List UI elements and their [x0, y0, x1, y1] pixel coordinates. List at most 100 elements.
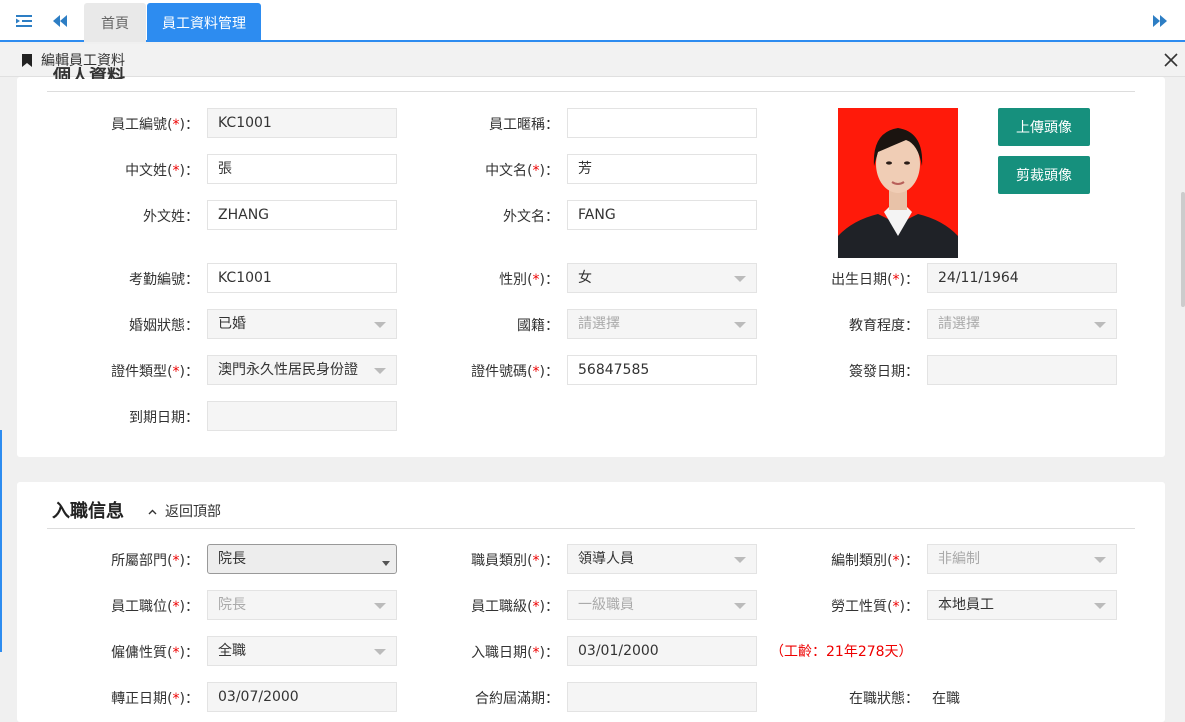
required-marker: * [532, 553, 540, 569]
personal-label-text: 性別 [499, 272, 528, 288]
personal-label-text: 到期日期 [129, 410, 185, 426]
scrollbar[interactable] [1180, 77, 1185, 711]
personal-field-value: 女 [578, 270, 592, 286]
employment-info-card: 入職信息 返回頂部 所屬部門(*)： 院長 職員類別(*)： 領導人員 編制類別(*)：… [17, 482, 1165, 722]
employment-label-text: 合約屆滿期 [475, 691, 545, 707]
double-chevron-right-icon[interactable] [1147, 0, 1173, 42]
personal-label-9: 婚姻狀態： [129, 318, 199, 334]
personal-label-text: 證件號碼 [471, 364, 528, 380]
required-marker: * [532, 272, 540, 288]
employment-label-5: 勞工性質(*)： [831, 599, 919, 615]
seniority-text: （工齡：21年278天） [770, 644, 913, 660]
personal-field-value: 已婚 [218, 316, 246, 332]
employment-label-text: 所屬部門 [111, 553, 168, 569]
close-icon[interactable] [1161, 50, 1181, 70]
tab-bar: 首頁 員工資料管理 [0, 0, 1185, 42]
required-marker: * [892, 272, 900, 288]
personal-field-value: ZHANG [218, 207, 270, 223]
employment-label-10: 在職狀態： [849, 691, 919, 707]
employment-select-5[interactable]: 本地員工 [927, 590, 1117, 620]
required-marker: * [172, 553, 180, 569]
scrollbar-thumb[interactable] [1181, 192, 1185, 307]
personal-label-12: 證件類型(*)： [111, 364, 199, 380]
personal-input-15[interactable] [207, 401, 397, 431]
employment-label-text: 入職日期 [471, 645, 528, 661]
personal-label-text: 中文名 [485, 163, 528, 179]
personal-field-value: 請選擇 [578, 316, 620, 332]
menu-indent-icon[interactable] [10, 0, 38, 42]
personal-label-text: 外文名 [503, 209, 545, 225]
personal-field-value: 澳門永久性居民身份證 [218, 362, 358, 378]
personal-info-heading: 個人資料 [53, 67, 125, 79]
employment-label-2: 編制類別(*)： [831, 553, 919, 569]
employment-label-7: 入職日期(*)： [471, 645, 559, 661]
personal-label-8: 出生日期(*)： [831, 272, 919, 288]
employment-label-text: 轉正日期 [111, 691, 168, 707]
upload-avatar-button[interactable]: 上傳頭像 [998, 108, 1090, 146]
personal-field-value: KC1001 [218, 270, 272, 286]
tab-employee-management[interactable]: 員工資料管理 [147, 3, 261, 42]
employment-label-text: 員工職級 [471, 599, 528, 615]
personal-input-1[interactable] [567, 108, 757, 138]
personal-label-text: 員工暱稱 [489, 117, 545, 133]
employment-label-1: 職員類別(*)： [471, 553, 559, 569]
employment-field-value: 領導人員 [578, 551, 634, 567]
required-marker: * [532, 364, 540, 380]
personal-label-text: 國籍 [517, 318, 545, 334]
personal-field-value: KC1001 [218, 115, 272, 131]
personal-label-text: 婚姻狀態 [129, 318, 185, 334]
required-marker: * [892, 553, 900, 569]
personal-input-3[interactable]: 芳 [567, 154, 757, 184]
personal-label-10: 國籍： [517, 318, 559, 334]
employment-label-0: 所屬部門(*)： [111, 553, 199, 569]
employment-label-6: 僱傭性質(*)： [111, 645, 199, 661]
employment-field-value: 03/01/2000 [578, 643, 659, 659]
required-marker: * [892, 599, 900, 615]
required-marker: * [172, 599, 180, 615]
personal-label-text: 教育程度 [849, 318, 905, 334]
personal-field-value: 56847585 [578, 362, 650, 378]
employment-value-10: 在職 [932, 691, 960, 707]
personal-label-15: 到期日期： [129, 410, 199, 426]
required-marker: * [532, 645, 540, 661]
divider [47, 91, 1135, 92]
employment-label-text: 職員類別 [471, 553, 528, 569]
crop-avatar-button[interactable]: 剪裁頭像 [998, 156, 1090, 194]
dropdown-arrow-icon [1094, 557, 1106, 563]
employment-field-value: 全職 [218, 643, 246, 659]
personal-label-11: 教育程度： [849, 318, 919, 334]
personal-field-value: 24/11/1964 [938, 270, 1019, 286]
personal-input-14[interactable] [927, 355, 1117, 385]
employment-label-9: 合約屆滿期： [475, 691, 559, 707]
personal-select-11[interactable]: 請選擇 [927, 309, 1117, 339]
personal-label-5: 外文名： [503, 209, 559, 225]
dropdown-arrow-icon [1094, 322, 1106, 328]
employment-label-4: 員工職級(*)： [471, 599, 559, 615]
personal-input-5[interactable]: FANG [567, 200, 757, 230]
personal-label-7: 性別(*)： [499, 272, 559, 288]
chevron-up-icon [148, 504, 157, 518]
required-marker: * [532, 599, 540, 615]
required-marker: * [172, 645, 180, 661]
required-marker: * [172, 163, 180, 179]
employment-label-text: 在職狀態 [849, 691, 905, 707]
required-marker: * [172, 364, 180, 380]
personal-label-text: 中文姓 [125, 163, 168, 179]
employment-input-7[interactable]: 03/01/2000 [567, 636, 757, 666]
employment-label-text: 勞工性質 [831, 599, 888, 615]
employment-label-3: 員工職位(*)： [111, 599, 199, 615]
tab-home[interactable]: 首頁 [84, 3, 146, 42]
employment-select-2[interactable]: 非編制 [927, 544, 1117, 574]
employment-field-value: 院長 [218, 597, 246, 613]
double-chevron-left-icon[interactable] [45, 0, 75, 42]
left-accent-bar [0, 430, 2, 652]
employment-field-value: 本地員工 [938, 597, 994, 613]
employment-label-text: 編制類別 [831, 553, 888, 569]
personal-input-8[interactable]: 24/11/1964 [927, 263, 1117, 293]
back-to-top-link[interactable]: 返回頂部 [148, 501, 221, 521]
employment-field-value: 院長 [218, 551, 246, 567]
personal-field-value: FANG [578, 207, 616, 223]
personal-label-0: 員工編號(*)： [111, 117, 199, 133]
required-marker: * [532, 163, 540, 179]
required-marker: * [172, 691, 180, 707]
